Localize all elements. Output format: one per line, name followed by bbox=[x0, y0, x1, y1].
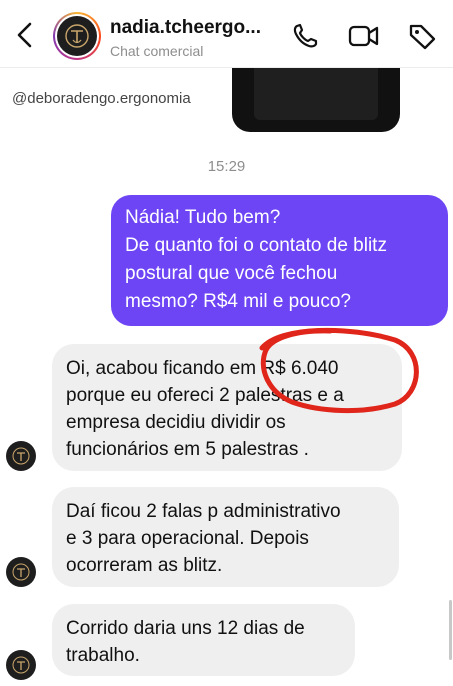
message-line: Corrido daria uns 12 dias de bbox=[66, 618, 305, 639]
video-icon[interactable] bbox=[348, 22, 379, 50]
message-line: ocorreram as blitz. bbox=[66, 555, 223, 576]
incoming-message[interactable]: Oi, acabou ficando em R$ 6.040 porque eu… bbox=[52, 344, 402, 471]
back-chevron-icon[interactable] bbox=[12, 20, 38, 50]
message-line: trabalho. bbox=[66, 645, 140, 666]
message-line: funcionários em 5 palestras . bbox=[66, 439, 309, 460]
sender-avatar[interactable] bbox=[6, 441, 36, 471]
message-line: mesmo? R$4 mil e pouco? bbox=[125, 291, 351, 312]
message-line: e 3 para operacional. Depois bbox=[66, 528, 309, 549]
scrollbar[interactable] bbox=[449, 600, 452, 660]
message-timestamp: 15:29 bbox=[207, 158, 246, 175]
message-line: porque eu ofereci 2 palestras e a bbox=[66, 385, 344, 406]
incoming-message[interactable]: Daí ficou 2 falas p administrativo e 3 p… bbox=[52, 487, 399, 587]
shared-post-handle[interactable]: @deboradengo.ergonomia bbox=[12, 90, 191, 107]
logo-mark-icon bbox=[12, 656, 30, 674]
logo-mark-icon bbox=[12, 447, 30, 465]
sender-avatar[interactable] bbox=[6, 650, 36, 680]
tag-icon[interactable] bbox=[407, 22, 437, 50]
phone-icon[interactable] bbox=[290, 22, 320, 50]
chat-type-label: Chat comercial bbox=[110, 43, 204, 59]
profile-avatar[interactable] bbox=[53, 12, 101, 60]
outgoing-message[interactable]: Nádia! Tudo bem? De quanto foi o contato… bbox=[111, 195, 448, 326]
chat-header: nadia.tcheergo... Chat comercial bbox=[0, 0, 453, 68]
sender-avatar[interactable] bbox=[6, 557, 36, 587]
message-line: Oi, acabou ficando em R$ 6.040 bbox=[66, 358, 339, 379]
logo-mark-icon bbox=[65, 24, 89, 48]
logo-mark-icon bbox=[12, 563, 30, 581]
message-line: postural que você fechou bbox=[125, 263, 338, 284]
message-line: empresa decidiu dividir os bbox=[66, 412, 286, 433]
contact-username[interactable]: nadia.tcheergo... bbox=[110, 17, 261, 39]
shared-post-preview[interactable] bbox=[232, 68, 400, 132]
incoming-message[interactable]: Corrido daria uns 12 dias de trabalho. bbox=[52, 604, 355, 676]
message-line: Daí ficou 2 falas p administrativo bbox=[66, 501, 341, 522]
message-line: De quanto foi o contato de blitz bbox=[125, 235, 387, 256]
message-line: Nádia! Tudo bem? bbox=[125, 207, 281, 228]
